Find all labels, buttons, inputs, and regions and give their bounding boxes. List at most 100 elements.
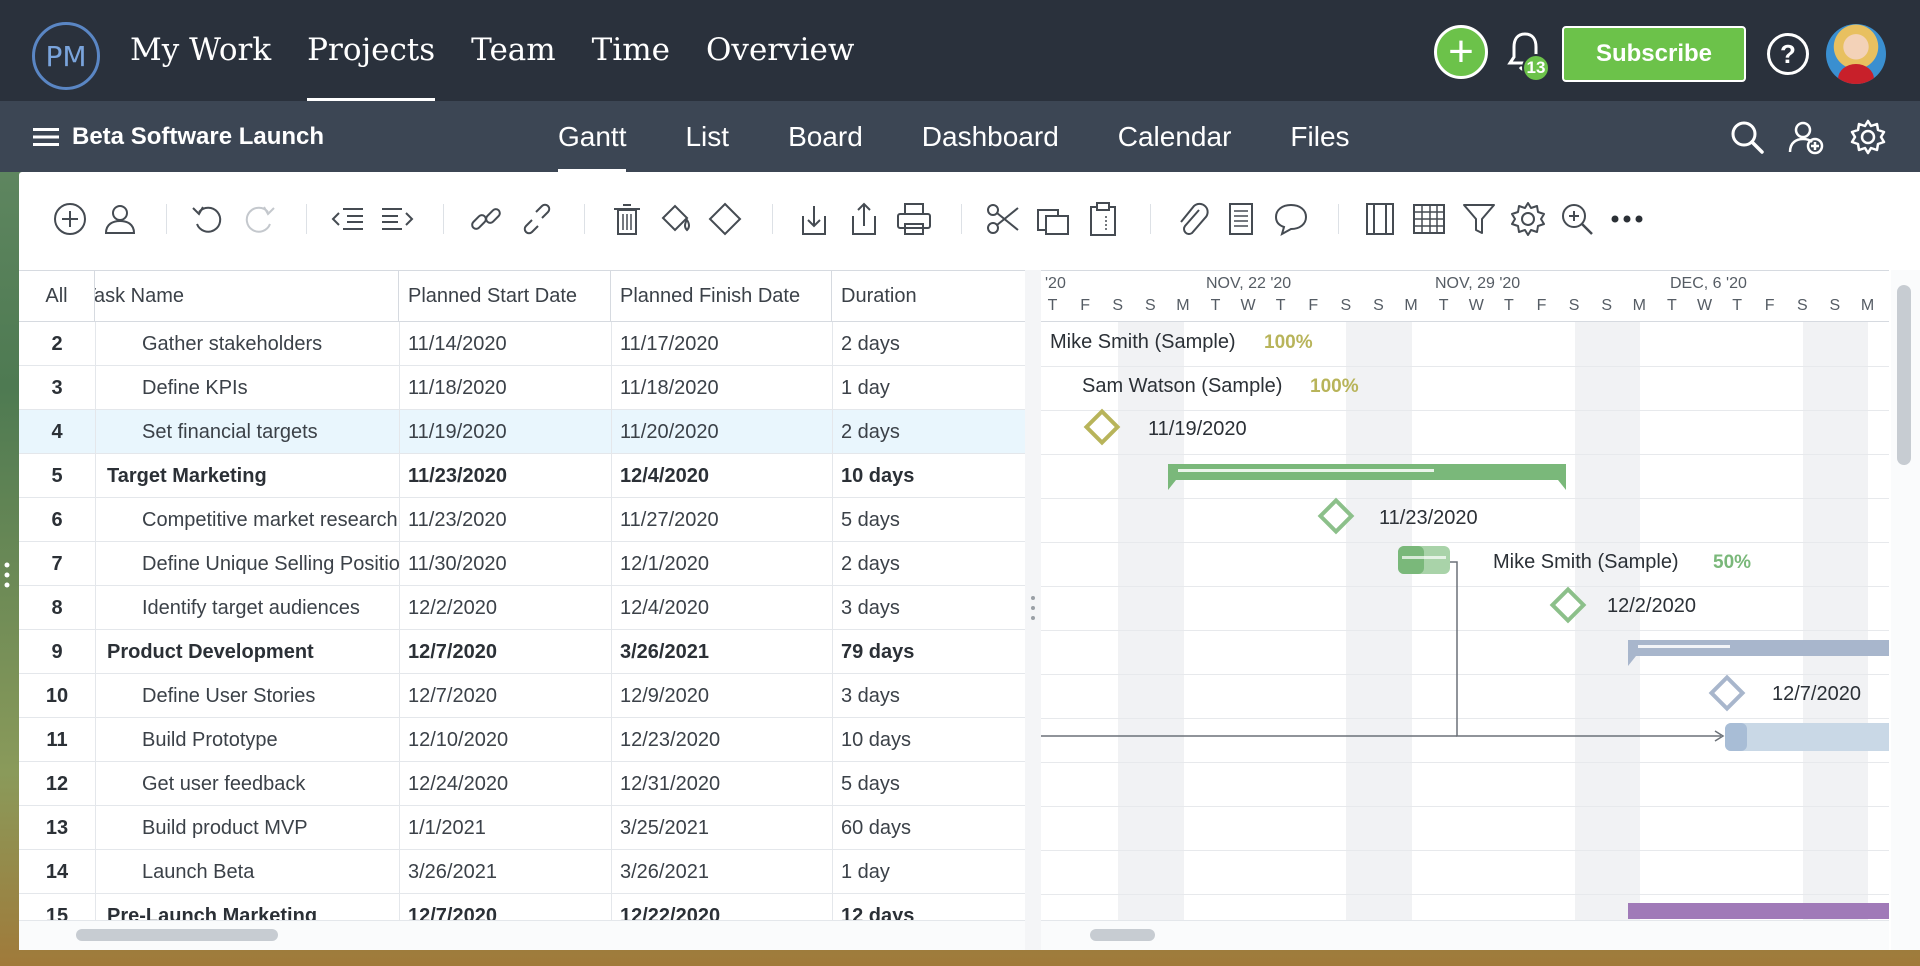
add-task-icon[interactable]	[51, 200, 89, 238]
duration-cell[interactable]: 1 day	[832, 366, 1025, 410]
comment-icon[interactable]	[1272, 200, 1310, 238]
planned-finish-cell[interactable]: 11/18/2020	[611, 366, 832, 410]
nav-projects[interactable]: Projects	[307, 0, 436, 101]
task-name-cell[interactable]: Gather stakeholders	[95, 322, 399, 366]
vertical-scroll-thumb[interactable]	[1897, 285, 1911, 465]
duration-cell[interactable]: 3 days	[832, 674, 1025, 718]
project-title[interactable]: Beta Software Launch	[72, 101, 324, 172]
planned-start-cell[interactable]: 11/14/2020	[399, 322, 611, 366]
planned-finish-cell[interactable]: 12/4/2020	[611, 586, 832, 630]
row-number[interactable]: 5	[19, 454, 95, 498]
table-row[interactable]: 15 Pre-Launch Marketing 12/7/2020 12/22/202…	[19, 894, 1025, 920]
tab-board[interactable]: Board	[788, 101, 863, 172]
planned-finish-cell[interactable]: 11/27/2020	[611, 498, 832, 542]
task-name-cell[interactable]: Pre-Launch Marketing	[95, 894, 399, 920]
task-name-cell[interactable]: Define Unique Selling Position	[95, 542, 399, 586]
tab-calendar[interactable]: Calendar	[1118, 101, 1232, 172]
planned-start-cell[interactable]: 11/30/2020	[399, 542, 611, 586]
user-avatar[interactable]	[1826, 24, 1886, 84]
duration-cell[interactable]: 12 days	[832, 894, 1025, 920]
column-header-task-name[interactable]: Task Name	[95, 271, 399, 321]
tab-dashboard[interactable]: Dashboard	[922, 101, 1059, 172]
column-header-planned-finish[interactable]: Planned Finish Date	[611, 271, 832, 321]
table-row[interactable]: 10 Define User Stories 12/7/2020 12/9/2020 3…	[19, 674, 1025, 718]
row-number[interactable]: 14	[19, 850, 95, 894]
nav-team[interactable]: Team	[471, 0, 556, 101]
tab-files[interactable]: Files	[1290, 101, 1349, 172]
table-row[interactable]: 9 Product Development 12/7/2020 3/26/2021 79…	[19, 630, 1025, 674]
planned-start-cell[interactable]: 12/7/2020	[399, 630, 611, 674]
zoom-icon[interactable]	[1558, 200, 1596, 238]
outdent-icon[interactable]	[329, 200, 367, 238]
copy-icon[interactable]	[1034, 200, 1072, 238]
planned-start-cell[interactable]: 1/1/2021	[399, 806, 611, 850]
duration-cell[interactable]: 10 days	[832, 454, 1025, 498]
milestone-diamond[interactable]	[1083, 408, 1121, 446]
planned-finish-cell[interactable]: 12/22/2020	[611, 894, 832, 920]
filter-icon[interactable]	[1460, 200, 1498, 238]
settings-icon[interactable]	[1509, 200, 1547, 238]
grid-scroll-thumb[interactable]	[76, 929, 278, 941]
search-icon[interactable]	[1728, 118, 1766, 156]
undo-icon[interactable]	[189, 200, 227, 238]
table-row[interactable]: 7 Define Unique Selling Position 11/30/202…	[19, 542, 1025, 586]
table-row[interactable]: 6 Competitive market research 11/23/2020 11…	[19, 498, 1025, 542]
table-row[interactable]: 4 Set financial targets 11/19/2020 11/20/20…	[19, 410, 1025, 454]
duration-cell[interactable]: 5 days	[832, 762, 1025, 806]
row-number[interactable]: 11	[19, 718, 95, 762]
row-number[interactable]: 12	[19, 762, 95, 806]
table-row[interactable]: 5 Target Marketing 11/23/2020 12/4/2020 10 d…	[19, 454, 1025, 498]
task-bar[interactable]	[1725, 723, 1889, 751]
import-icon[interactable]	[795, 200, 833, 238]
nav-time[interactable]: Time	[592, 0, 670, 101]
task-name-cell[interactable]: Product Development	[95, 630, 399, 674]
summary-bar[interactable]	[1168, 464, 1566, 492]
planned-finish-cell[interactable]: 12/9/2020	[611, 674, 832, 718]
planned-finish-cell[interactable]: 12/1/2020	[611, 542, 832, 586]
assign-user-icon[interactable]	[101, 200, 139, 238]
duration-cell[interactable]: 1 day	[832, 850, 1025, 894]
table-row[interactable]: 3 Define KPIs 11/18/2020 11/18/2020 1 day	[19, 366, 1025, 410]
summary-bar[interactable]	[1628, 903, 1889, 920]
duration-cell[interactable]: 2 days	[832, 542, 1025, 586]
add-new-button[interactable]: +	[1434, 25, 1488, 79]
summary-bar[interactable]	[1628, 640, 1889, 668]
row-number[interactable]: 3	[19, 366, 95, 410]
splitter-handle-icon[interactable]	[1030, 593, 1036, 623]
paint-bucket-icon[interactable]	[657, 200, 695, 238]
settings-gear-icon[interactable]	[1849, 118, 1887, 156]
milestone-icon[interactable]	[706, 200, 744, 238]
planned-start-cell[interactable]: 11/23/2020	[399, 454, 611, 498]
attachment-icon[interactable]	[1173, 200, 1211, 238]
planned-start-cell[interactable]: 11/23/2020	[399, 498, 611, 542]
add-user-icon[interactable]	[1787, 118, 1825, 156]
row-number[interactable]: 4	[19, 410, 95, 454]
duration-cell[interactable]: 2 days	[832, 322, 1025, 366]
row-number[interactable]: 2	[19, 322, 95, 366]
unlink-icon[interactable]	[518, 200, 556, 238]
task-name-cell[interactable]: Define KPIs	[95, 366, 399, 410]
planned-start-cell[interactable]: 12/7/2020	[399, 674, 611, 718]
task-name-cell[interactable]: Build product MVP	[95, 806, 399, 850]
task-name-cell[interactable]: Target Marketing	[95, 454, 399, 498]
task-name-cell[interactable]: Identify target audiences	[95, 586, 399, 630]
planned-start-cell[interactable]: 3/26/2021	[399, 850, 611, 894]
help-button[interactable]: ?	[1767, 33, 1809, 75]
gantt-horizontal-scrollbar[interactable]	[1041, 920, 1889, 950]
planned-finish-cell[interactable]: 3/25/2021	[611, 806, 832, 850]
table-row[interactable]: 13 Build product MVP 1/1/2021 3/25/2021 60 d…	[19, 806, 1025, 850]
planned-finish-cell[interactable]: 3/26/2021	[611, 630, 832, 674]
duration-cell[interactable]: 3 days	[832, 586, 1025, 630]
column-header-planned-start[interactable]: Planned Start Date	[399, 271, 611, 321]
planned-start-cell[interactable]: 11/18/2020	[399, 366, 611, 410]
cut-icon[interactable]	[984, 200, 1022, 238]
row-number[interactable]: 6	[19, 498, 95, 542]
indent-icon[interactable]	[378, 200, 416, 238]
task-name-cell[interactable]: Define User Stories	[95, 674, 399, 718]
column-header-all[interactable]: All	[19, 271, 95, 321]
planned-start-cell[interactable]: 12/24/2020	[399, 762, 611, 806]
task-name-cell[interactable]: Build Prototype	[95, 718, 399, 762]
task-name-cell[interactable]: Get user feedback	[95, 762, 399, 806]
table-row[interactable]: 8 Identify target audiences 12/2/2020 12/4/…	[19, 586, 1025, 630]
table-row[interactable]: 12 Get user feedback 12/24/2020 12/31/2020 5…	[19, 762, 1025, 806]
